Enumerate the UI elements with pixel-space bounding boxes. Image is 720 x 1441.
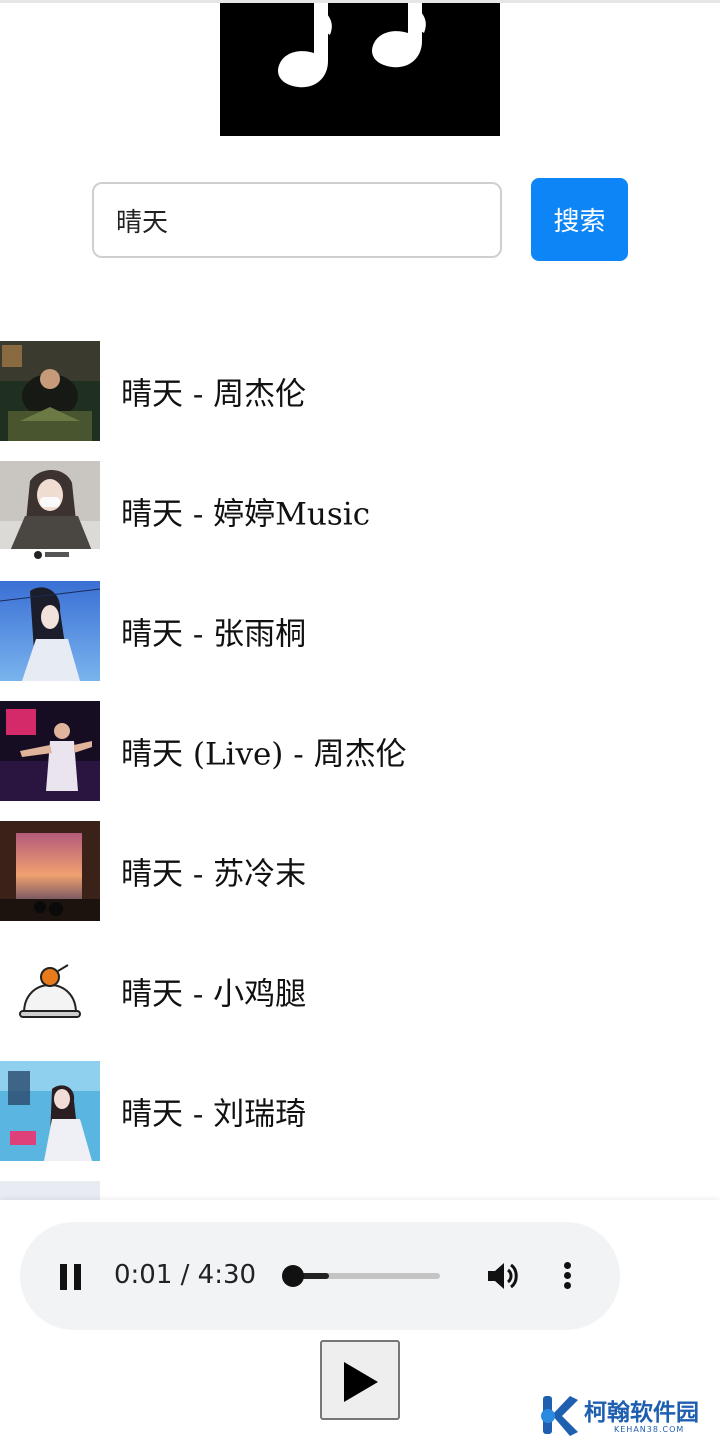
result-item[interactable]: 晴天 - 小鸡腿 [0,941,720,1061]
song-title: 晴天 - 苏冷末 [121,856,307,893]
seek-slider[interactable] [281,1265,440,1287]
search-button[interactable]: 搜索 [531,178,628,261]
album-cover [0,701,100,801]
album-cover [0,461,100,561]
watermark-subtext: KEHAN38.COM [614,1425,685,1434]
song-title: 晴天 - 婷婷Music [121,496,371,533]
result-item[interactable]: 晴天 - 婷婷Music [0,461,720,581]
song-title: 晴天 - 刘瑞琦 [121,1096,307,1133]
album-cover [0,821,100,921]
watermark-logo: 柯翰软件园 KEHAN38.COM [540,1392,710,1438]
result-item[interactable]: 晴天 - 苏冷末 [0,821,720,941]
audio-player: 0:01 / 4:30 [20,1222,620,1330]
more-vertical-icon[interactable] [559,1260,577,1292]
song-title: 晴天 (Live) - 周杰伦 [121,736,407,773]
album-cover [0,581,100,681]
song-title: 晴天 - 周杰伦 [121,376,307,413]
album-cover [0,941,100,1041]
seek-thumb[interactable] [281,1265,304,1287]
album-cover [0,341,100,441]
album-cover [0,1061,100,1161]
volume-icon[interactable] [486,1260,522,1292]
result-item[interactable]: 晴天 - 张雨桐 [0,581,720,701]
song-title: 晴天 - 张雨桐 [121,616,307,653]
song-title: 晴天 - 小鸡腿 [121,976,307,1013]
result-item[interactable]: 晴天 - 周杰伦 [0,341,720,461]
play-button[interactable] [320,1340,400,1420]
pause-icon[interactable] [60,1264,84,1290]
watermark-text: 柯翰软件园 [584,1400,699,1426]
search-results-list: 晴天 - 周杰伦 晴天 - 婷婷Music 晴天 - 张雨桐 晴天 (Live)… [0,341,720,1301]
result-item[interactable]: 晴天 (Live) - 周杰伦 [0,701,720,821]
time-display: 0:01 / 4:30 [114,1260,257,1290]
result-item[interactable]: 晴天 - 刘瑞琦 [0,1061,720,1181]
play-icon [344,1362,378,1402]
music-notes-icon [220,3,500,136]
search-input[interactable] [92,182,502,258]
